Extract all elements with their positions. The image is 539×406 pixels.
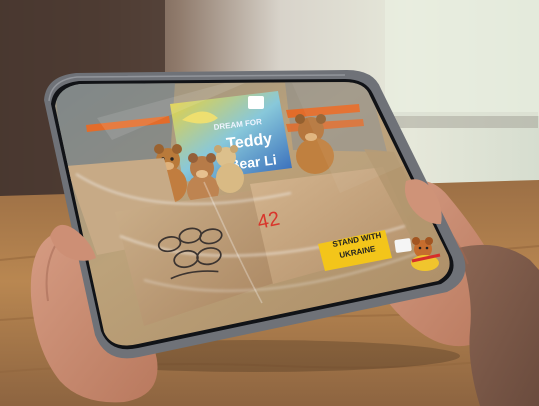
small-logo-badge bbox=[394, 238, 412, 253]
background-window-light bbox=[385, 0, 539, 116]
photo-canvas: DREAM FOR Teddy Bear Li 42 STAND WITH UK… bbox=[0, 0, 539, 406]
box-marking-number: 42 bbox=[255, 208, 281, 234]
banner-badge bbox=[248, 96, 264, 109]
photo-stage: DREAM FOR Teddy Bear Li 42 STAND WITH UK… bbox=[0, 0, 539, 406]
